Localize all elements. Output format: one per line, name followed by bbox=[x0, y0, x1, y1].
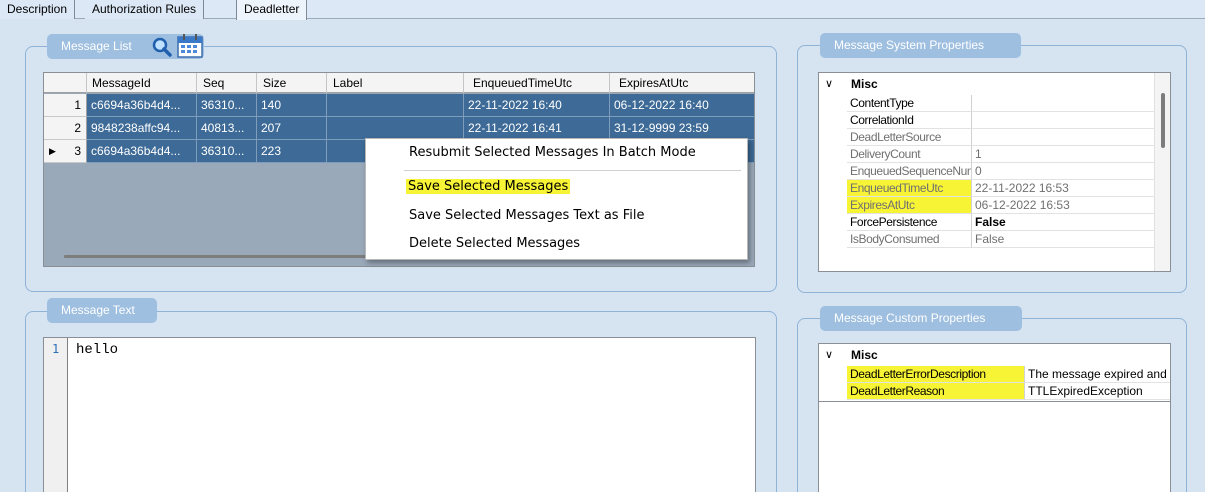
property-value[interactable]: False bbox=[972, 214, 1154, 231]
line-number-gutter: 1 bbox=[44, 338, 68, 492]
tab-deadletter[interactable]: Deadletter bbox=[236, 0, 308, 20]
current-row-arrow-icon: ▶ bbox=[49, 146, 56, 156]
cell-messageid[interactable]: c6694a36b4d4... bbox=[87, 140, 197, 163]
property-value[interactable]: 1 bbox=[972, 146, 1154, 163]
property-value[interactable]: The message expired and was dead lettere… bbox=[1025, 366, 1170, 383]
chevron-down-icon[interactable]: ∨ bbox=[825, 76, 833, 93]
cell-size[interactable]: 207 bbox=[257, 117, 327, 140]
grid-corner bbox=[44, 73, 87, 93]
cell-expiresatutc[interactable]: 06-12-2022 16:40 bbox=[610, 94, 754, 117]
property-row[interactable]: CorrelationId bbox=[819, 112, 1170, 129]
column-header-enqueuedtimeutc[interactable]: EnqueuedTimeUtc bbox=[464, 73, 610, 93]
cell-enqueuedtimeutc[interactable]: 22-11-2022 16:40 bbox=[464, 94, 610, 117]
property-row[interactable]: ForcePersistence False bbox=[819, 214, 1170, 231]
column-header-seq[interactable]: Seq bbox=[197, 73, 257, 93]
properties-divider bbox=[819, 401, 1170, 402]
message-text-content[interactable]: hello bbox=[76, 342, 118, 358]
cell-seq[interactable]: 36310... bbox=[197, 140, 257, 163]
category-label: Misc bbox=[851, 348, 878, 362]
row-number: 3 bbox=[74, 144, 81, 158]
message-text-title: Message Text bbox=[47, 298, 157, 323]
menu-item-save-selected-messages[interactable]: Save Selected Messages bbox=[366, 176, 747, 198]
row-header[interactable]: 1 bbox=[44, 94, 87, 117]
column-header-messageid[interactable]: MessageId bbox=[87, 73, 197, 93]
cell-seq[interactable]: 36310... bbox=[197, 94, 257, 117]
property-name: ExpiresAtUtc bbox=[847, 197, 972, 214]
property-value[interactable]: TTLExpiredException bbox=[1025, 383, 1170, 400]
property-name: DeadLetterSource bbox=[847, 129, 972, 146]
property-value[interactable]: False bbox=[972, 231, 1154, 248]
category-misc[interactable]: ∨ Misc bbox=[819, 76, 1170, 93]
menu-item-resubmit-batch[interactable]: Resubmit Selected Messages In Batch Mode bbox=[366, 142, 747, 164]
cell-size[interactable]: 223 bbox=[257, 140, 327, 163]
property-name: DeadLetterErrorDescription bbox=[847, 366, 1025, 383]
property-name: ContentType bbox=[847, 95, 972, 112]
property-name: CorrelationId bbox=[847, 112, 972, 129]
cell-seq[interactable]: 40813... bbox=[197, 117, 257, 140]
cell-enqueuedtimeutc[interactable]: 22-11-2022 16:41 bbox=[464, 117, 610, 140]
scrollbar-thumb[interactable] bbox=[1161, 93, 1165, 148]
property-value[interactable] bbox=[972, 95, 1154, 112]
property-row[interactable]: ExpiresAtUtc 06-12-2022 16:53 bbox=[819, 197, 1170, 214]
property-value[interactable]: 22-11-2022 16:53 bbox=[972, 180, 1154, 197]
cell-size[interactable]: 140 bbox=[257, 94, 327, 117]
property-value[interactable]: 0 bbox=[972, 163, 1154, 180]
cell-label[interactable] bbox=[327, 117, 464, 140]
property-name: EnqueuedSequenceNumber bbox=[847, 163, 972, 180]
tab-description[interactable]: Description bbox=[0, 0, 76, 19]
tab-strip: Description Authorization Rules Deadlett… bbox=[0, 0, 1205, 20]
column-header-size[interactable]: Size bbox=[257, 73, 327, 93]
grid-header: MessageId Seq Size Label EnqueuedTimeUtc… bbox=[44, 73, 754, 93]
property-row[interactable]: DeliveryCount 1 bbox=[819, 146, 1170, 163]
system-properties-grid[interactable]: ∨ Misc ContentType CorrelationId DeadLet… bbox=[818, 72, 1171, 272]
custom-properties-grid[interactable]: ∨ Misc DeadLetterErrorDescription The me… bbox=[818, 343, 1171, 492]
tab-authorization-rules[interactable]: Authorization Rules bbox=[85, 0, 205, 19]
column-header-expiresatutc[interactable]: ExpiresAtUtc bbox=[610, 73, 754, 93]
property-name: IsBodyConsumed bbox=[847, 231, 972, 248]
horizontal-scrollbar[interactable] bbox=[64, 255, 394, 258]
chevron-down-icon[interactable]: ∨ bbox=[825, 347, 833, 364]
context-menu: Resubmit Selected Messages In Batch Mode… bbox=[365, 138, 748, 260]
property-name: EnqueuedTimeUtc bbox=[847, 180, 972, 197]
cell-messageid[interactable]: c6694a36b4d4... bbox=[87, 94, 197, 117]
message-list-title-text: Message List bbox=[61, 39, 132, 53]
search-icon[interactable] bbox=[151, 36, 173, 58]
message-text-editor[interactable]: 1 hello bbox=[43, 337, 756, 492]
property-value[interactable]: 06-12-2022 16:53 bbox=[972, 197, 1154, 214]
calendar-icon[interactable] bbox=[176, 33, 204, 59]
property-value[interactable] bbox=[972, 129, 1154, 146]
property-row[interactable]: EnqueuedTimeUtc 22-11-2022 16:53 bbox=[819, 180, 1170, 197]
category-label: Misc bbox=[851, 77, 878, 91]
property-name: ForcePersistence bbox=[847, 214, 972, 231]
property-row[interactable]: DeadLetterErrorDescription The message e… bbox=[819, 366, 1170, 383]
property-row[interactable]: DeadLetterSource bbox=[819, 129, 1170, 146]
vertical-scrollbar[interactable] bbox=[1154, 73, 1170, 271]
menu-item-save-text-as-file[interactable]: Save Selected Messages Text as File bbox=[366, 205, 747, 227]
table-row[interactable]: 2 9848238affc94... 40813... 207 22-11-20… bbox=[44, 117, 754, 140]
property-row[interactable]: EnqueuedSequenceNumber 0 bbox=[819, 163, 1170, 180]
menu-item-label: Save Selected Messages bbox=[406, 179, 571, 194]
property-row[interactable]: DeadLetterReason TTLExpiredException bbox=[819, 383, 1170, 400]
cell-label[interactable] bbox=[327, 94, 464, 117]
property-value[interactable] bbox=[972, 112, 1154, 129]
row-header[interactable]: ▶ 3 bbox=[44, 140, 87, 163]
property-name: DeadLetterReason bbox=[847, 383, 1025, 400]
menu-separator bbox=[404, 170, 741, 171]
property-row[interactable]: ContentType bbox=[819, 95, 1170, 112]
category-misc[interactable]: ∨ Misc bbox=[819, 347, 1170, 364]
menu-item-delete-selected[interactable]: Delete Selected Messages bbox=[366, 233, 747, 255]
column-header-label[interactable]: Label bbox=[327, 73, 464, 93]
line-number: 1 bbox=[52, 342, 60, 356]
cell-expiresatutc[interactable]: 31-12-9999 23:59 bbox=[610, 117, 754, 140]
row-header[interactable]: 2 bbox=[44, 117, 87, 140]
cell-messageid[interactable]: 9848238affc94... bbox=[87, 117, 197, 140]
system-properties-title: Message System Properties bbox=[820, 33, 1021, 58]
custom-properties-title: Message Custom Properties bbox=[820, 306, 1022, 331]
property-row[interactable]: IsBodyConsumed False bbox=[819, 231, 1170, 248]
property-name: DeliveryCount bbox=[847, 146, 972, 163]
table-row[interactable]: 1 c6694a36b4d4... 36310... 140 22-11-202… bbox=[44, 94, 754, 117]
